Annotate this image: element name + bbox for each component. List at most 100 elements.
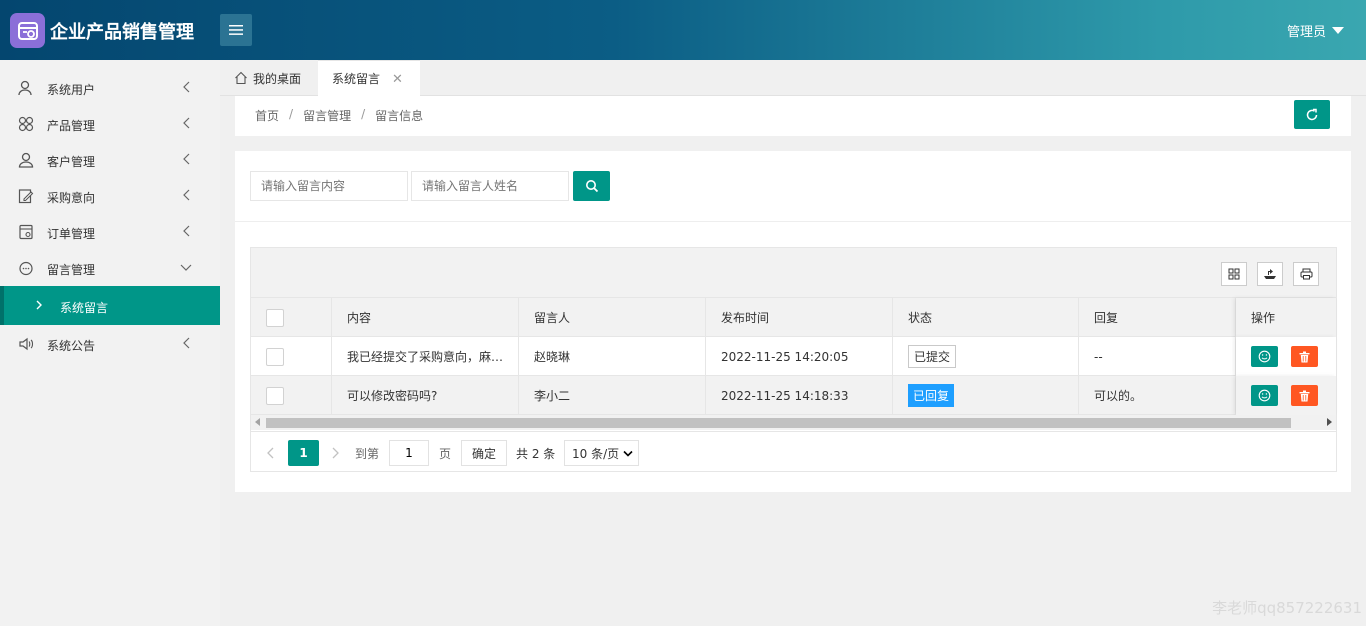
page-number-input[interactable] (389, 440, 429, 466)
row-checkbox[interactable] (266, 386, 284, 405)
user-icon (18, 80, 34, 96)
select-all-checkbox[interactable] (266, 308, 284, 327)
sidebar-item-announcements[interactable]: 系统公告 (0, 326, 220, 362)
scrollbar-thumb[interactable] (266, 418, 1291, 428)
sidebar-item-label: 系统公告 (47, 339, 96, 353)
sidebar-item-label: 留言管理 (47, 263, 96, 277)
sidebar-item-label: 采购意向 (47, 191, 96, 205)
delete-button[interactable] (1291, 385, 1318, 406)
author-search-input[interactable] (411, 171, 569, 201)
time-cell: 2022-11-25 14:18:33 (706, 376, 893, 415)
scroll-left-icon[interactable] (255, 418, 260, 426)
status-cell: 已回复 (893, 376, 1079, 415)
checkbox-cell (251, 376, 332, 415)
current-page-button[interactable]: 1 (288, 440, 319, 466)
author-cell: 李小二 (519, 376, 706, 415)
status-cell: 已提交 (893, 337, 1079, 376)
breadcrumb-section[interactable]: 留言管理 (303, 107, 351, 124)
breadcrumb-separator: / (361, 107, 366, 121)
horizontal-scrollbar[interactable] (251, 415, 1336, 430)
grid-icon (1228, 268, 1240, 280)
user-name: 管理员 (1286, 25, 1326, 40)
tab-home[interactable]: 我的桌面 (220, 60, 318, 96)
pagination: 1 到第 页 确定 共 2 条 10 条/页 (251, 431, 1336, 471)
goto-confirm-button[interactable]: 确定 (461, 440, 507, 466)
prev-page-icon[interactable] (266, 440, 274, 466)
sidebar-subitem-system-messages[interactable]: 系统留言 (0, 286, 220, 325)
row-checkbox[interactable] (266, 347, 284, 366)
chevron-left-icon (182, 337, 194, 351)
search-button[interactable] (573, 171, 610, 201)
scroll-right-icon[interactable] (1327, 418, 1332, 426)
chevron-left-icon (182, 189, 194, 203)
sidebar-item-label: 产品管理 (47, 119, 96, 133)
chevron-down-icon (180, 261, 192, 275)
export-button[interactable] (1257, 262, 1283, 286)
message-content: 可以修改密码吗? (347, 389, 438, 403)
chevron-left-icon (182, 81, 194, 95)
sidebar-item-messages[interactable]: 留言管理 (0, 250, 220, 286)
column-header[interactable]: 留言人 (519, 298, 706, 337)
breadcrumb-separator: / (289, 107, 294, 121)
active-indicator (0, 286, 4, 325)
sidebar: 系统用户 产品管理 客户管理 采购意向 订单管理 留言管理 系统留言 系统公告 (0, 60, 220, 626)
sidebar-item-customers[interactable]: 客户管理 (0, 142, 220, 178)
author-cell: 赵晓琳 (519, 337, 706, 376)
sidebar-item-products[interactable]: 产品管理 (0, 106, 220, 142)
chevron-right-icon (36, 299, 43, 313)
content-cell: 我已经提交了采购意向，麻烦尽快处理 (332, 337, 519, 376)
sidebar-item-users[interactable]: 系统用户 (0, 70, 220, 106)
table-header: 内容 留言人 发布时间 状态 回复 操作 (251, 298, 1336, 337)
breadcrumb-home[interactable]: 首页 (255, 107, 279, 124)
message-content: 我已经提交了采购意向，麻烦尽快处理 (347, 350, 507, 364)
close-icon[interactable]: ✕ (392, 72, 403, 87)
hamburger-icon (229, 25, 243, 35)
column-header[interactable]: 发布时间 (706, 298, 893, 337)
delete-button[interactable] (1291, 346, 1318, 367)
edit-icon (18, 188, 34, 204)
breadcrumb-current: 留言信息 (375, 109, 424, 123)
column-header[interactable]: 内容 (332, 298, 519, 337)
refresh-button[interactable] (1294, 100, 1330, 129)
header-checkbox-cell (251, 298, 332, 337)
product-icon (18, 116, 34, 132)
next-page-icon[interactable] (332, 440, 340, 466)
time-cell: 2022-11-25 14:20:05 (706, 337, 893, 376)
actions-cell (1236, 376, 1336, 415)
app-logo-icon (10, 13, 45, 48)
top-header: 企业产品销售管理 管理员 (0, 0, 1366, 60)
table-row[interactable]: 可以修改密码吗? 李小二 2022-11-25 14:18:33 已回复 可以的… (251, 376, 1336, 415)
page-suffix-label: 页 (439, 446, 452, 461)
table-row[interactable]: 我已经提交了采购意向，麻烦尽快处理 赵晓琳 2022-11-25 14:20:0… (251, 337, 1336, 376)
sidebar-subitem-label: 系统留言 (60, 301, 109, 315)
table-toolbar (251, 248, 1336, 298)
tab-system-messages[interactable]: 系统留言 ✕ (318, 60, 420, 96)
refresh-icon (1306, 108, 1318, 120)
sidebar-item-orders[interactable]: 订单管理 (0, 214, 220, 250)
tab-bar: 我的桌面 系统留言 ✕ (220, 60, 1366, 96)
column-header[interactable]: 状态 (893, 298, 1079, 337)
print-button[interactable] (1293, 262, 1319, 286)
tab-active-label: 系统留言 (332, 72, 381, 86)
trash-icon (1299, 351, 1310, 362)
caret-down-icon (1332, 27, 1344, 34)
page-size-select[interactable]: 10 条/页 (564, 440, 639, 466)
column-header[interactable]: 回复 (1079, 298, 1236, 337)
reply-button[interactable] (1251, 346, 1278, 367)
search-icon (585, 180, 598, 193)
content-cell: 可以修改密码吗? (332, 376, 519, 415)
actions-cell (1236, 337, 1336, 376)
checkbox-cell (251, 337, 332, 376)
menu-toggle-button[interactable] (220, 14, 252, 46)
sidebar-item-purchase[interactable]: 采购意向 (0, 178, 220, 214)
columns-filter-button[interactable] (1221, 262, 1247, 286)
reply-button[interactable] (1251, 385, 1278, 406)
app-title: 企业产品销售管理 (50, 22, 194, 43)
watermark: 李老师qq857222631 (1212, 599, 1362, 617)
user-menu[interactable]: 管理员 (1287, 21, 1344, 40)
main-card: 内容 留言人 发布时间 状态 回复 操作 我已经提交了采购意向，麻烦尽快处理 赵… (235, 151, 1351, 492)
chevron-left-icon (182, 117, 194, 131)
status-badge: 已回复 (908, 384, 955, 407)
content-search-input[interactable] (250, 171, 408, 201)
breadcrumb: 首页 / 留言管理 / 留言信息 (255, 107, 423, 124)
